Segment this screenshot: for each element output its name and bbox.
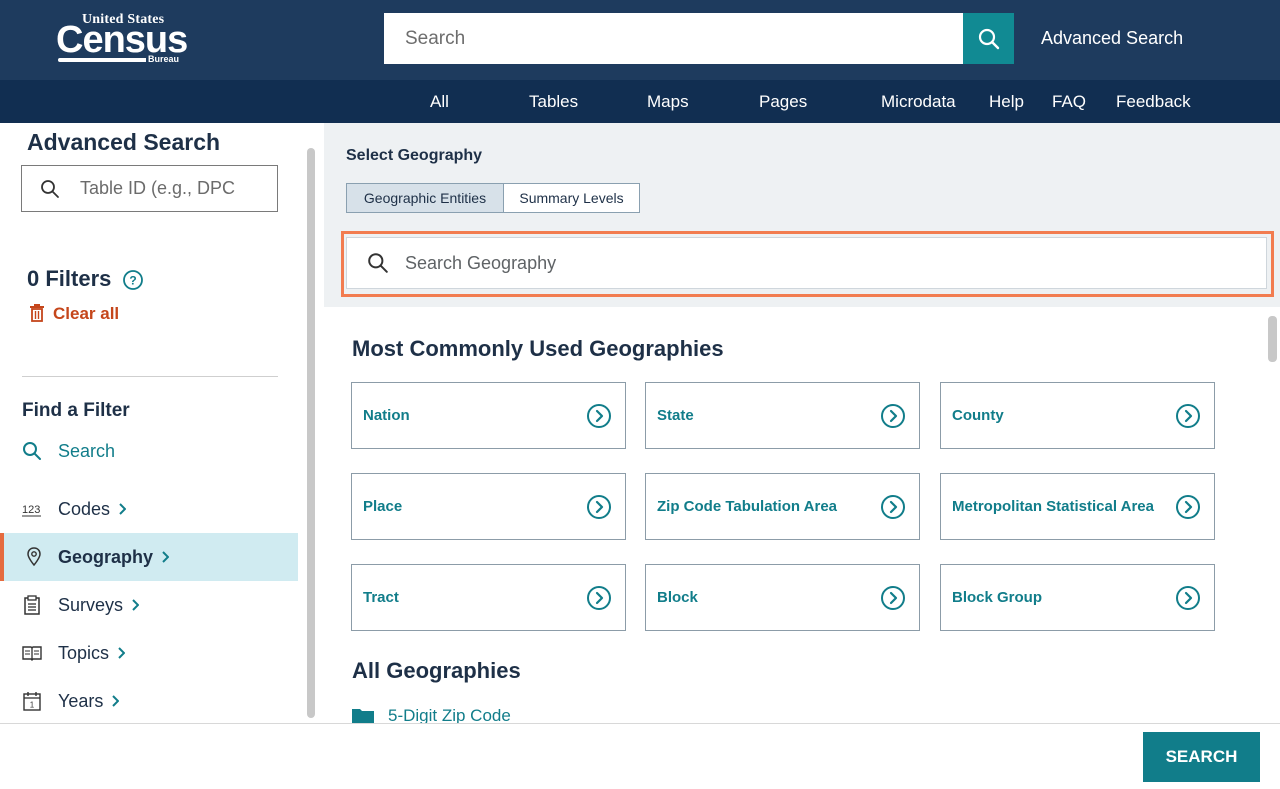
sidebar-item-surveys[interactable]: Surveys bbox=[0, 581, 298, 629]
geo-card-state[interactable]: State bbox=[645, 382, 920, 449]
nav-tables[interactable]: Tables bbox=[529, 92, 578, 112]
table-id-input[interactable] bbox=[80, 166, 260, 211]
geo-card-label: State bbox=[657, 407, 694, 424]
sidebar-item-label: Surveys bbox=[58, 595, 140, 616]
sidebar-item-label: Topics bbox=[58, 643, 126, 664]
common-geographies-heading: Most Commonly Used Geographies bbox=[352, 336, 724, 361]
nav-feedback[interactable]: Feedback bbox=[1116, 92, 1191, 112]
book-icon bbox=[22, 646, 42, 661]
nav-all[interactable]: All bbox=[430, 92, 449, 112]
chevron-right-icon bbox=[118, 647, 126, 659]
nav-help[interactable]: Help bbox=[989, 92, 1024, 112]
nav-faq[interactable]: FAQ bbox=[1052, 92, 1086, 112]
table-id-search[interactable] bbox=[21, 165, 278, 212]
filters-count: 0 Filters bbox=[27, 266, 112, 291]
tab-summary-levels[interactable]: Summary Levels bbox=[503, 183, 640, 213]
main-nav: All Tables Maps Pages Microdata Help FAQ… bbox=[0, 80, 1280, 123]
sidebar-item-topics[interactable]: Topics bbox=[0, 629, 298, 677]
sidebar-item-label: Years bbox=[58, 691, 120, 712]
map-pin-icon bbox=[27, 547, 41, 567]
geo-card-nation[interactable]: Nation bbox=[351, 382, 626, 449]
top-search-field[interactable] bbox=[384, 13, 963, 64]
logo-line3: Bureau bbox=[146, 54, 182, 64]
trash-icon bbox=[30, 304, 44, 322]
nav-microdata[interactable]: Microdata bbox=[881, 92, 956, 112]
123-icon: 123 bbox=[22, 504, 41, 517]
main-scrollbar[interactable] bbox=[1268, 316, 1277, 362]
clipboard-icon bbox=[24, 595, 40, 615]
chevron-right-icon bbox=[162, 551, 170, 563]
arrow-circle-right-icon bbox=[881, 404, 905, 428]
arrow-circle-right-icon bbox=[587, 404, 611, 428]
svg-text:123: 123 bbox=[22, 504, 40, 516]
geo-card-label: Metropolitan Statistical Area bbox=[952, 498, 1154, 515]
bottom-action-bar bbox=[0, 723, 1280, 789]
census-logo[interactable]: United States Census Bureau bbox=[56, 10, 188, 68]
arrow-circle-right-icon bbox=[881, 495, 905, 519]
sidebar-item-geography[interactable]: Geography bbox=[0, 533, 298, 581]
chevron-right-icon bbox=[112, 695, 120, 707]
all-geographies-heading: All Geographies bbox=[352, 658, 521, 683]
geo-card-place[interactable]: Place bbox=[351, 473, 626, 540]
search-icon bbox=[368, 253, 388, 273]
geo-card-tract[interactable]: Tract bbox=[351, 564, 626, 631]
divider bbox=[22, 376, 278, 377]
select-geography-heading: Select Geography bbox=[346, 147, 483, 164]
geo-card-label: Nation bbox=[363, 407, 410, 424]
arrow-circle-right-icon bbox=[587, 495, 611, 519]
search-icon bbox=[23, 442, 41, 460]
sidebar-title: Advanced Search bbox=[27, 129, 221, 155]
geo-search-input[interactable] bbox=[405, 238, 1245, 288]
nav-pages[interactable]: Pages bbox=[759, 92, 807, 112]
top-search-input[interactable] bbox=[384, 13, 963, 64]
svg-text:1: 1 bbox=[30, 701, 35, 710]
geo-card-label: Zip Code Tabulation Area bbox=[657, 498, 838, 515]
advanced-search-link[interactable]: Advanced Search bbox=[1041, 28, 1183, 49]
geo-card-label: Tract bbox=[363, 589, 399, 606]
geo-card-block-group[interactable]: Block Group bbox=[940, 564, 1215, 631]
sidebar-item-codes[interactable]: 123 Codes bbox=[0, 485, 298, 533]
calendar-icon: 1 bbox=[23, 692, 41, 711]
geo-search-field[interactable] bbox=[346, 237, 1267, 289]
tab-geographic-entities[interactable]: Geographic Entities bbox=[346, 183, 504, 213]
search-submit-button[interactable]: SEARCH bbox=[1143, 732, 1260, 782]
sidebar-item-label: Search bbox=[58, 441, 116, 461]
help-icon[interactable]: ? bbox=[122, 269, 144, 291]
svg-text:?: ? bbox=[129, 274, 136, 288]
search-icon bbox=[41, 180, 59, 198]
geo-card-zip-code-tabulation-area[interactable]: Zip Code Tabulation Area bbox=[645, 473, 920, 540]
sidebar-item-label: Geography bbox=[58, 547, 170, 568]
geo-card-block[interactable]: Block bbox=[645, 564, 920, 631]
geo-card-label: Block bbox=[657, 589, 698, 606]
sidebar-item-search[interactable]: Search bbox=[0, 427, 298, 475]
geo-card-metropolitan-statistical-area[interactable]: Metropolitan Statistical Area bbox=[940, 473, 1215, 540]
chevron-right-icon bbox=[132, 599, 140, 611]
chevron-right-icon bbox=[119, 503, 127, 515]
arrow-circle-right-icon bbox=[1176, 404, 1200, 428]
nav-maps[interactable]: Maps bbox=[647, 92, 689, 112]
geo-card-county[interactable]: County bbox=[940, 382, 1215, 449]
arrow-circle-right-icon bbox=[1176, 495, 1200, 519]
geo-card-label: County bbox=[952, 407, 1004, 424]
sidebar-item-label: Codes bbox=[58, 499, 127, 520]
geo-card-label: Block Group bbox=[952, 589, 1043, 606]
arrow-circle-right-icon bbox=[881, 586, 905, 610]
sidebar-item-years[interactable]: 1 Years bbox=[0, 677, 298, 725]
arrow-circle-right-icon bbox=[1176, 586, 1200, 610]
geo-card-label: Place bbox=[363, 498, 403, 515]
sidebar: Advanced Search 0 Filters ? Clear all Fi… bbox=[0, 123, 324, 723]
sidebar-scrollbar[interactable] bbox=[307, 148, 315, 718]
find-filter-heading: Find a Filter bbox=[22, 400, 130, 421]
arrow-circle-right-icon bbox=[587, 586, 611, 610]
search-icon bbox=[978, 28, 999, 49]
top-search-button[interactable] bbox=[963, 13, 1014, 64]
clear-all-label: Clear all bbox=[53, 304, 120, 323]
